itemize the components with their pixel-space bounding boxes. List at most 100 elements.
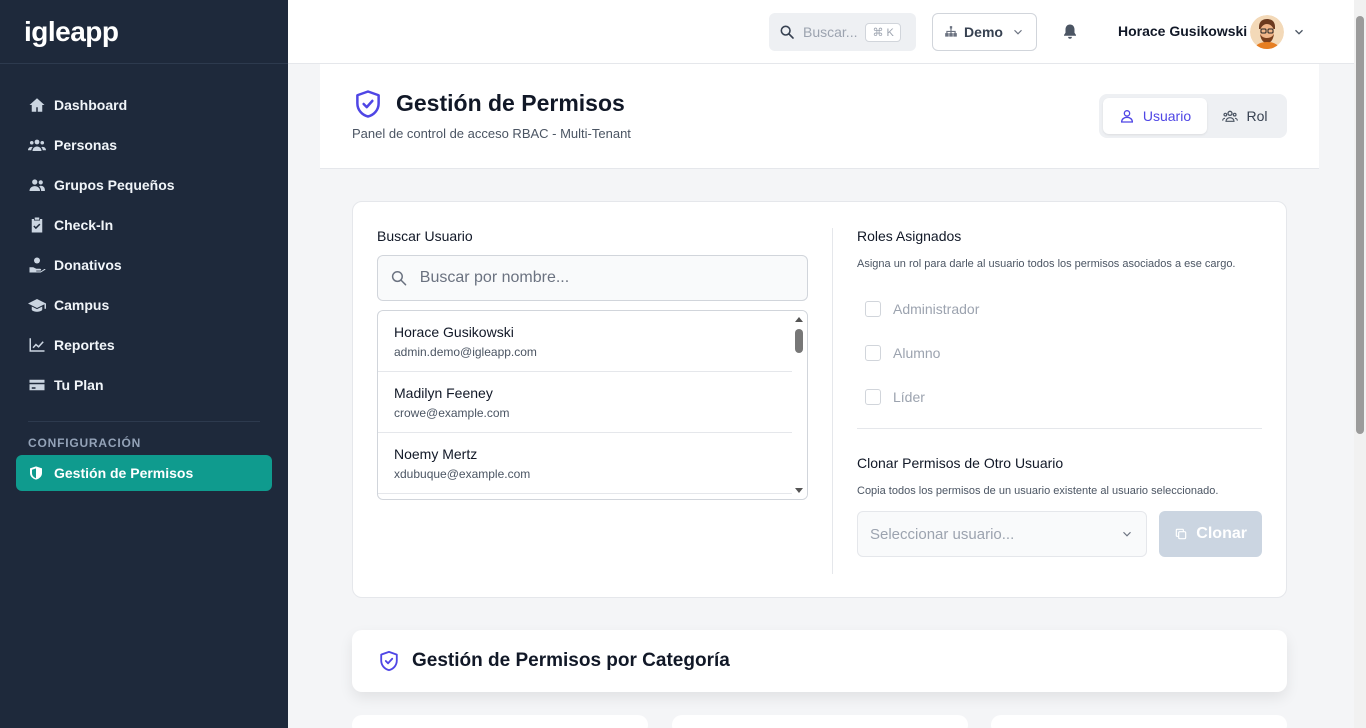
sidebar-nav: Dashboard Personas Grupos Pequeños Check… (0, 64, 288, 405)
roles-panel: Roles Asignados Asigna un rol para darle… (857, 228, 1262, 557)
user-group-icon (28, 176, 46, 194)
category-title: Gestión de Permisos por Categoría (412, 650, 730, 671)
roles-title: Roles Asignados (857, 228, 962, 244)
sidebar-section-label: CONFIGURACIÓN (28, 421, 260, 453)
credit-card-icon (28, 376, 46, 394)
sidebar-item-gestion-permisos[interactable]: Gestión de Permisos (16, 455, 272, 491)
avatar[interactable] (1250, 15, 1284, 49)
shield-check-icon (380, 650, 398, 672)
global-search-label: Buscar... (803, 24, 858, 40)
sidebar-item-label: Grupos Pequeños (54, 177, 175, 193)
roles-list: Administrador Alumno Líder (857, 287, 1262, 419)
role-label: Líder (893, 389, 925, 405)
brand-logo[interactable]: igleapp (0, 0, 288, 64)
user-list[interactable]: Horace Gusikowski admin.demo@igleapp.com… (377, 310, 808, 500)
user-search-label: Buscar Usuario (377, 228, 473, 244)
sidebar-item-donativos[interactable]: Donativos (0, 245, 288, 285)
sidebar-item-label: Personas (54, 137, 118, 153)
users-gear-icon (1222, 110, 1239, 122)
scroll-up-arrow[interactable] (795, 317, 803, 322)
list-item[interactable]: Horace Gusikowski admin.demo@igleapp.com (378, 311, 792, 372)
search-shortcut: ⌘ K (865, 22, 901, 42)
sidebar-item-check-in[interactable]: Check-In (0, 205, 288, 245)
clone-button[interactable]: Clonar (1159, 511, 1262, 557)
page-title: Gestión de Permisos (396, 90, 625, 116)
shield-check-icon (356, 90, 380, 118)
category-card-peek (352, 715, 648, 728)
sidebar-item-grupos-pequenos[interactable]: Grupos Pequeños (0, 165, 288, 205)
chart-line-icon (28, 336, 46, 354)
sidebar-item-label: Tu Plan (54, 377, 104, 393)
user-icon (1120, 110, 1133, 123)
checkbox[interactable] (865, 301, 881, 317)
page-scrollbar[interactable] (1354, 0, 1366, 728)
sidebar-item-reportes[interactable]: Reportes (0, 325, 288, 365)
section-divider (857, 428, 1262, 429)
category-permissions-header: Gestión de Permisos por Categoría (352, 630, 1287, 692)
chevron-down-icon[interactable] (1292, 25, 1306, 39)
user-row-name: Noemy Mertz (394, 446, 478, 462)
clone-button-label: Clonar (1196, 525, 1247, 542)
users-icon (28, 136, 46, 154)
home-icon (28, 96, 46, 114)
user-row-name: Madilyn Feeney (394, 385, 493, 401)
clone-help: Copia todos los permisos de un usuario e… (857, 485, 1219, 497)
role-checkbox-administrador[interactable]: Administrador (857, 287, 1262, 331)
category-card-peek (991, 715, 1287, 728)
clipboard-check-icon (28, 216, 46, 234)
user-search-input[interactable] (419, 269, 795, 287)
chevron-down-icon (1123, 531, 1132, 537)
user-row-name: Horace Gusikowski (394, 324, 514, 340)
tab-usuario[interactable]: Usuario (1103, 98, 1207, 134)
role-label: Administrador (893, 301, 980, 317)
checkbox[interactable] (865, 389, 881, 405)
role-label: Alumno (893, 345, 941, 361)
sidebar: igleapp Dashboard Personas Grupos Pequeñ… (0, 0, 288, 728)
tenant-selector[interactable]: Demo (932, 13, 1037, 51)
sidebar-item-label: Check-In (54, 217, 114, 233)
column-divider (832, 228, 833, 574)
global-search-button[interactable]: Buscar... ⌘ K (769, 13, 916, 51)
sidebar-item-label: Reportes (54, 337, 115, 353)
category-card-peek (672, 715, 968, 728)
sidebar-item-campus[interactable]: Campus (0, 285, 288, 325)
user-search-panel: Buscar Usuario Horace Gusikowski admin.d… (377, 228, 808, 500)
bell-icon[interactable] (1061, 22, 1079, 42)
tab-rol[interactable]: Rol (1207, 98, 1283, 134)
sidebar-item-label: Donativos (54, 257, 122, 273)
hand-donation-icon (28, 256, 46, 274)
role-checkbox-lider[interactable]: Líder (857, 375, 1262, 419)
scroll-down-arrow[interactable] (795, 488, 803, 493)
user-row-email: crowe@example.com (394, 406, 510, 420)
chevron-down-icon (1014, 29, 1022, 35)
clone-controls: Seleccionar usuario... Clonar (857, 511, 1262, 557)
clone-select-placeholder: Seleccionar usuario... (870, 525, 1015, 543)
user-search-field[interactable] (377, 255, 808, 301)
mode-toggle: Usuario Rol (1099, 94, 1287, 138)
scroll-thumb[interactable] (795, 329, 803, 353)
search-icon (391, 270, 407, 286)
page-header: Gestión de Permisos Panel de control de … (320, 64, 1319, 169)
list-item[interactable]: Noemy Mertz xdubuque@example.com (378, 433, 792, 494)
user-name[interactable]: Horace Gusikowski (1118, 23, 1247, 39)
user-list-scrollbar[interactable] (792, 311, 807, 499)
search-icon (780, 25, 794, 39)
sitemap-icon (945, 26, 957, 37)
tab-label: Usuario (1142, 108, 1192, 124)
clone-user-select[interactable]: Seleccionar usuario... (857, 511, 1148, 557)
sidebar-item-label: Campus (54, 297, 110, 313)
sidebar-item-label: Gestión de Permisos (54, 465, 194, 481)
sidebar-item-personas[interactable]: Personas (0, 125, 288, 165)
user-permissions-card: Buscar Usuario Horace Gusikowski admin.d… (352, 201, 1287, 598)
role-checkbox-alumno[interactable]: Alumno (857, 331, 1262, 375)
tab-label: Rol (1246, 108, 1268, 124)
sidebar-item-tu-plan[interactable]: Tu Plan (0, 365, 288, 405)
sidebar-item-dashboard[interactable]: Dashboard (0, 85, 288, 125)
clone-title: Clonar Permisos de Otro Usuario (857, 455, 1064, 471)
tenant-label: Demo (964, 24, 1003, 40)
user-row-email: xdubuque@example.com (394, 467, 531, 481)
page-subtitle: Panel de control de acceso RBAC - Multi-… (352, 126, 631, 141)
checkbox[interactable] (865, 345, 881, 361)
list-item[interactable]: Madilyn Feeney crowe@example.com (378, 372, 792, 433)
scroll-thumb[interactable] (1356, 16, 1364, 434)
